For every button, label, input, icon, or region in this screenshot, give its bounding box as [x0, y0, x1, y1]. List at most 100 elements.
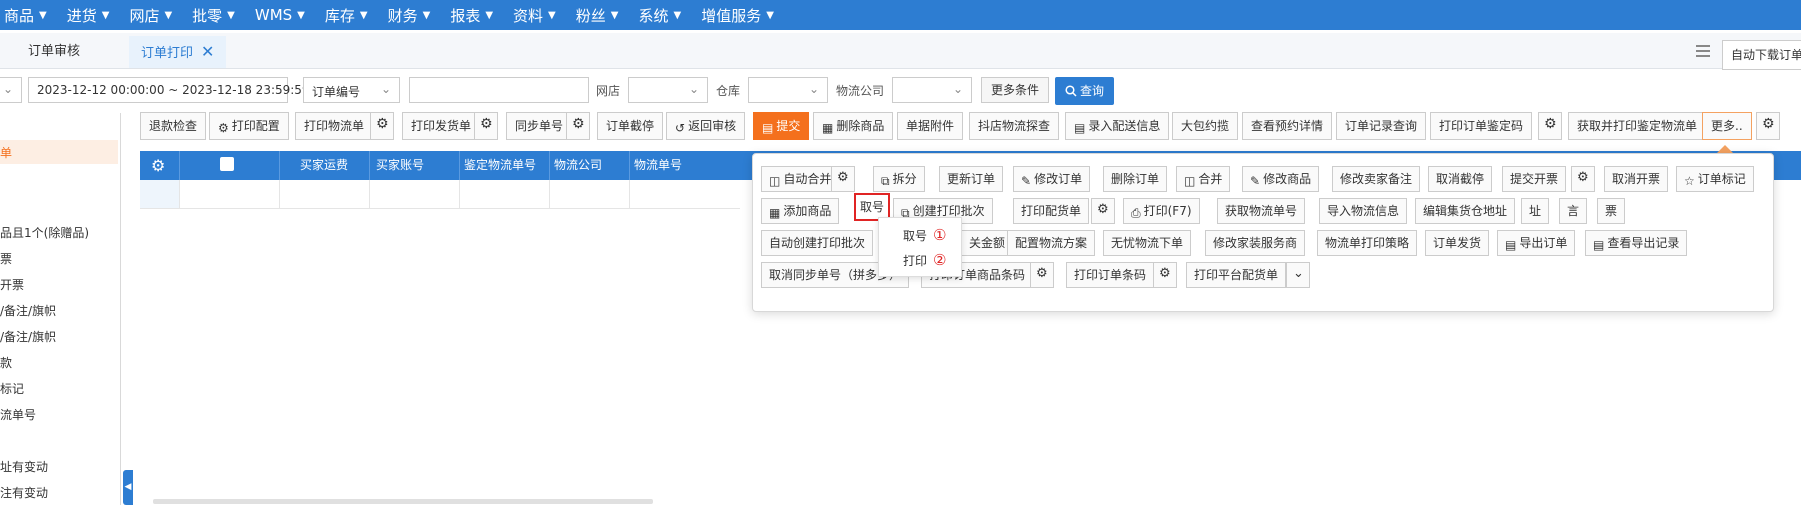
big-package-button[interactable]: 大包约揽 [1172, 112, 1239, 140]
nav-item-shop[interactable]: 网店 ▼ [129, 5, 172, 26]
edit-consolidation-address-button[interactable]: 编辑集货仓地址 [1415, 198, 1516, 224]
auto-create-print-batch-button[interactable]: 自动创建打印批次 [761, 230, 874, 256]
platform-picking-dropdown[interactable]: ⌄ [1286, 262, 1310, 288]
column-settings[interactable]: ⚙ [140, 151, 180, 180]
date-range-input[interactable]: 2023-12-12 00:00:00 ~ 2023-12-18 23:59:5… [28, 77, 310, 103]
print-identify-code-button[interactable]: 打印订单鉴定码 [1430, 112, 1533, 140]
logistics-select[interactable]: ⌄ [892, 77, 972, 103]
nav-item-fans[interactable]: 粉丝 ▼ [576, 5, 619, 26]
warehouse-select[interactable]: ⌄ [748, 77, 828, 103]
view-export-records-button[interactable]: ▤ 查看导出记录 [1585, 230, 1688, 256]
left-panel-item[interactable]: 注有变动 [0, 484, 48, 501]
order-ship-button[interactable]: 订单发货 [1425, 230, 1490, 256]
order-mark-button[interactable]: ☆ 订单标记 [1676, 166, 1754, 192]
nav-item-finance[interactable]: 财务 ▼ [388, 5, 431, 26]
left-panel-item[interactable]: 址有变动 [0, 458, 48, 475]
column-header[interactable]: 物流单号 [630, 151, 760, 180]
submit-invoice-button[interactable]: 提交开票 [1502, 166, 1567, 192]
cancel-invoice-button[interactable]: 取消开票 [1604, 166, 1669, 192]
douyin-logistics-button[interactable]: 抖店物流探查 [969, 112, 1060, 140]
print-shipping-settings[interactable]: ⚙ [474, 112, 498, 140]
nav-item-value-added[interactable]: 增值服务 ▼ [701, 5, 774, 26]
refund-check-button[interactable]: 退款检查 [140, 112, 207, 140]
more-settings[interactable]: ⚙ [1756, 112, 1780, 140]
print-logistics-button[interactable]: 打印物流单 [295, 112, 374, 140]
print-picking-button[interactable]: 打印配货单 [1013, 198, 1090, 224]
fetch-print-identify-button[interactable]: 获取并打印鉴定物流单 [1568, 112, 1707, 140]
select-all-checkbox[interactable] [220, 157, 234, 171]
date-type-select[interactable]: ⌄ [0, 77, 22, 103]
import-logistics-button[interactable]: 导入物流信息 [1319, 198, 1408, 224]
nav-item-report[interactable]: 报表 ▼ [450, 5, 493, 26]
order-field-select[interactable]: 订单编号 ⌄ [303, 77, 400, 103]
update-order-button[interactable]: 更新订单 [939, 166, 1004, 192]
submenu-item-take-number[interactable]: 取号 ① [903, 226, 946, 244]
left-panel-item[interactable]: 单 [0, 144, 12, 161]
tab-order-print[interactable]: 订单打印 ✕ [129, 36, 227, 68]
collapse-panel-handle[interactable]: ◀ [123, 470, 133, 505]
modify-order-button[interactable]: ✎ 修改订单 [1013, 166, 1091, 192]
nav-item-wholesale[interactable]: 批零 ▼ [192, 5, 235, 26]
tab-order-review[interactable]: 订单审核 [16, 36, 92, 68]
nav-item-system[interactable]: 系统 ▼ [638, 5, 681, 26]
print-order-barcode-button[interactable]: 打印订单条码 [1066, 262, 1155, 288]
sync-number-settings[interactable]: ⚙ [566, 112, 590, 140]
print-f7-button[interactable]: ⎙ 打印(F7) [1123, 198, 1200, 224]
horizontal-scrollbar[interactable] [153, 499, 653, 504]
logistics-print-strategy-button[interactable]: 物流单打印策略 [1317, 230, 1418, 256]
nav-item-goods[interactable]: 商品 ▼ [4, 5, 47, 26]
return-review-button[interactable]: ↺ 返回审核 [666, 112, 746, 140]
view-appointment-button[interactable]: 查看预约详情 [1242, 112, 1333, 140]
left-panel-item[interactable]: 票 [0, 250, 12, 267]
auto-merge-settings[interactable]: ⚙ [831, 166, 855, 192]
submit-button[interactable]: ▤ 提交 [753, 112, 810, 140]
split-button[interactable]: ⧉ 拆分 [873, 166, 925, 192]
column-header[interactable]: 物流公司 [550, 151, 630, 180]
get-logistics-number-button[interactable]: 获取物流单号 [1217, 198, 1306, 224]
print-logistics-settings[interactable]: ⚙ [370, 112, 394, 140]
left-panel-item[interactable]: 款 [0, 354, 12, 371]
entry-delivery-button[interactable]: ▤ 录入配送信息 [1065, 112, 1170, 140]
more-button[interactable]: 更多.. [1702, 112, 1752, 140]
print-picking-settings[interactable]: ⚙ [1091, 198, 1115, 224]
column-header[interactable]: 买家运费 [280, 151, 370, 180]
amount-button[interactable]: 关金额 [961, 230, 1014, 256]
invoice-button[interactable]: 票 [1597, 198, 1626, 224]
nav-item-data[interactable]: 资料 ▼ [513, 5, 556, 26]
order-intercept-button[interactable]: 订单截停 [597, 112, 664, 140]
left-panel-item[interactable]: 品且1个(除赠品) [0, 224, 89, 241]
export-order-button[interactable]: ▤ 导出订单 [1497, 230, 1576, 256]
nav-item-wms[interactable]: WMS ▼ [255, 6, 305, 24]
query-button[interactable]: 查询 [1055, 77, 1115, 105]
nav-item-purchase[interactable]: 进货 ▼ [67, 5, 110, 26]
more-conditions-button[interactable]: 更多条件 [981, 77, 1050, 103]
print-shipping-button[interactable]: 打印发货单 [402, 112, 481, 140]
address-button[interactable]: 址 [1521, 198, 1550, 224]
table-row[interactable] [140, 180, 740, 209]
modify-service-provider-button[interactable]: 修改家装服务商 [1205, 230, 1306, 256]
sync-number-button[interactable]: 同步单号 [506, 112, 573, 140]
cancel-intercept-button[interactable]: 取消截停 [1428, 166, 1493, 192]
order-value-input[interactable] [409, 77, 589, 103]
delete-order-button[interactable]: 删除订单 [1103, 166, 1168, 192]
auto-merge-button[interactable]: ◫ 自动合并 [761, 166, 840, 192]
add-goods-button[interactable]: ▦ 添加商品 [761, 198, 840, 224]
receipt-attach-button[interactable]: 单据附件 [897, 112, 964, 140]
left-panel-item[interactable]: /备注/旗帜 [0, 328, 56, 345]
column-header[interactable]: 买家账号 [370, 151, 460, 180]
modify-goods-button[interactable]: ✎ 修改商品 [1242, 166, 1320, 192]
nav-item-stock[interactable]: 库存 ▼ [325, 5, 368, 26]
message-button[interactable]: 言 [1559, 198, 1588, 224]
left-panel-item[interactable]: 开票 [0, 276, 24, 293]
left-panel-item[interactable]: 流单号 [0, 406, 36, 423]
print-platform-picking-button[interactable]: 打印平台配货单 [1186, 262, 1287, 288]
modify-seller-note-button[interactable]: 修改卖家备注 [1332, 166, 1421, 192]
left-panel-item[interactable]: 标记 [0, 380, 24, 397]
print-config-button[interactable]: ⚙ 打印配置 [209, 112, 289, 140]
auto-download-button[interactable]: 自动下载订单 [1722, 40, 1801, 70]
merge-button[interactable]: ◫ 合并 [1176, 166, 1231, 192]
order-record-query-button[interactable]: 订单记录查询 [1336, 112, 1427, 140]
submit-invoice-settings[interactable]: ⚙ [1571, 166, 1595, 192]
print-identify-settings[interactable]: ⚙ [1538, 112, 1562, 140]
left-panel-item[interactable]: /备注/旗帜 [0, 302, 56, 319]
